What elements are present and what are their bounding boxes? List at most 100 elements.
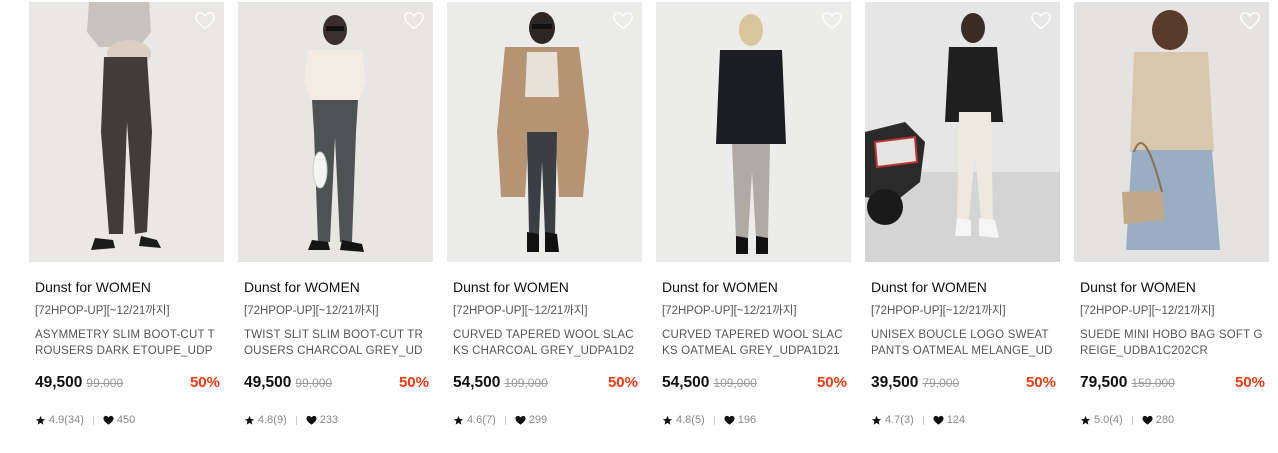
- like-count: 280: [1155, 414, 1175, 426]
- product-grid: Dunst for WOMEN [72HPOP-UP][~12/21까지] AS…: [0, 0, 1278, 453]
- product-brand[interactable]: Dunst for WOMEN: [662, 278, 845, 296]
- like-count: 450: [116, 414, 136, 426]
- product-image[interactable]: [238, 2, 433, 262]
- product-promo: [72HPOP-UP][~12/21까지]: [453, 305, 588, 317]
- product-card[interactable]: Dunst for WOMEN [72HPOP-UP][~12/21까지] UN…: [865, 2, 1060, 447]
- product-card[interactable]: Dunst for WOMEN [72HPOP-UP][~12/21까지] TW…: [238, 2, 433, 447]
- heart-icon: [306, 415, 317, 426]
- divider: [504, 415, 506, 425]
- product-brand[interactable]: Dunst for WOMEN: [244, 278, 427, 296]
- heart-icon: [724, 415, 735, 426]
- product-card[interactable]: Dunst for WOMEN [72HPOP-UP][~12/21까지] CU…: [447, 2, 642, 447]
- like-count: 233: [319, 414, 339, 426]
- heart-icon: [515, 415, 526, 426]
- product-meta: 4.9(34) 450: [35, 412, 218, 428]
- original-price: 99,000: [86, 376, 124, 390]
- like-count: 124: [946, 414, 966, 426]
- product-promo: [72HPOP-UP][~12/21까지]: [1080, 305, 1215, 317]
- wishlist-heart-icon[interactable]: [403, 10, 425, 32]
- divider: [713, 415, 715, 425]
- original-price: 109,000: [504, 376, 548, 390]
- product-photo: [447, 2, 642, 262]
- wishlist-heart-icon[interactable]: [612, 10, 634, 32]
- product-meta: 4.6(7) 299: [453, 412, 636, 428]
- sale-price: 54,500: [662, 374, 710, 391]
- divider: [92, 415, 94, 425]
- star-icon: [871, 415, 882, 426]
- sale-price: 54,500: [453, 374, 501, 391]
- rating-text: 5.0(4): [1094, 414, 1123, 426]
- product-meta: 4.8(9) 233: [244, 412, 427, 428]
- product-image[interactable]: [447, 2, 642, 262]
- product-image[interactable]: [656, 2, 851, 262]
- product-name[interactable]: SUEDE MINI HOBO BAG SOFT GREIGE_UDBA1C20…: [1080, 327, 1263, 359]
- sale-price: 49,500: [35, 374, 83, 391]
- product-name[interactable]: TWIST SLIT SLIM BOOT-CUT TROUSERS CHARCO…: [244, 327, 427, 359]
- discount-rate: 50%: [1025, 374, 1056, 391]
- star-icon: [35, 415, 46, 426]
- sale-price: 49,500: [244, 374, 292, 391]
- product-name[interactable]: CURVED TAPERED WOOL SLACKS CHARCOAL GREY…: [453, 327, 636, 359]
- original-price: 109,000: [713, 376, 757, 390]
- product-brand[interactable]: Dunst for WOMEN: [1080, 278, 1263, 296]
- product-card[interactable]: Dunst for WOMEN [72HPOP-UP][~12/21까지] CU…: [656, 2, 851, 447]
- product-name[interactable]: ASYMMETRY SLIM BOOT-CUT TROUSERS DARK ET…: [35, 327, 218, 359]
- product-name[interactable]: CURVED TAPERED WOOL SLACKS OATMEAL GREY_…: [662, 327, 845, 359]
- price-row: 79,500 159,000 50%: [1080, 374, 1265, 396]
- like-count: 299: [528, 414, 548, 426]
- product-image[interactable]: [1074, 2, 1269, 262]
- product-photo: [29, 2, 224, 262]
- product-name[interactable]: UNISEX BOUCLE LOGO SWEATPANTS OATMEAL ME…: [871, 327, 1054, 359]
- product-image[interactable]: [29, 2, 224, 262]
- product-promo: [72HPOP-UP][~12/21까지]: [871, 305, 1006, 317]
- sale-price: 39,500: [871, 374, 919, 391]
- product-promo: [72HPOP-UP][~12/21까지]: [35, 305, 170, 317]
- star-icon: [662, 415, 673, 426]
- original-price: 79,000: [922, 376, 960, 390]
- price-row: 39,500 79,000 50%: [871, 374, 1056, 396]
- sale-price: 79,500: [1080, 374, 1128, 391]
- discount-rate: 50%: [189, 374, 220, 391]
- discount-rate: 50%: [1234, 374, 1265, 391]
- rating-text: 4.8(9): [258, 414, 287, 426]
- price-row: 49,500 99,000 50%: [35, 374, 220, 396]
- discount-rate: 50%: [816, 374, 847, 391]
- product-card[interactable]: Dunst for WOMEN [72HPOP-UP][~12/21까지] AS…: [29, 2, 224, 447]
- wishlist-heart-icon[interactable]: [194, 10, 216, 32]
- rating-text: 4.8(5): [676, 414, 705, 426]
- product-photo: [656, 2, 851, 262]
- heart-icon: [1142, 415, 1153, 426]
- product-brand[interactable]: Dunst for WOMEN: [453, 278, 636, 296]
- heart-icon: [933, 415, 944, 426]
- like-count: 196: [737, 414, 757, 426]
- rating-text: 4.7(3): [885, 414, 914, 426]
- discount-rate: 50%: [607, 374, 638, 391]
- product-photo: [238, 2, 433, 262]
- divider: [1131, 415, 1133, 425]
- product-brand[interactable]: Dunst for WOMEN: [35, 278, 218, 296]
- heart-icon: [103, 415, 114, 426]
- product-photo: [865, 2, 1060, 262]
- rating-text: 4.6(7): [467, 414, 496, 426]
- product-promo: [72HPOP-UP][~12/21까지]: [662, 305, 797, 317]
- product-meta: 4.8(5) 196: [662, 412, 845, 428]
- product-photo: [1074, 2, 1269, 262]
- wishlist-heart-icon[interactable]: [1030, 10, 1052, 32]
- star-icon: [1080, 415, 1091, 426]
- wishlist-heart-icon[interactable]: [821, 10, 843, 32]
- product-promo: [72HPOP-UP][~12/21까지]: [244, 305, 379, 317]
- price-row: 49,500 99,000 50%: [244, 374, 429, 396]
- discount-rate: 50%: [398, 374, 429, 391]
- product-card[interactable]: Dunst for WOMEN [72HPOP-UP][~12/21까지] SU…: [1074, 2, 1269, 447]
- star-icon: [453, 415, 464, 426]
- star-icon: [244, 415, 255, 426]
- price-row: 54,500 109,000 50%: [662, 374, 847, 396]
- product-image[interactable]: [865, 2, 1060, 262]
- product-meta: 5.0(4) 280: [1080, 412, 1263, 428]
- rating-text: 4.9(34): [49, 414, 84, 426]
- product-meta: 4.7(3) 124: [871, 412, 1054, 428]
- wishlist-heart-icon[interactable]: [1239, 10, 1261, 32]
- price-row: 54,500 109,000 50%: [453, 374, 638, 396]
- product-brand[interactable]: Dunst for WOMEN: [871, 278, 1054, 296]
- divider: [295, 415, 297, 425]
